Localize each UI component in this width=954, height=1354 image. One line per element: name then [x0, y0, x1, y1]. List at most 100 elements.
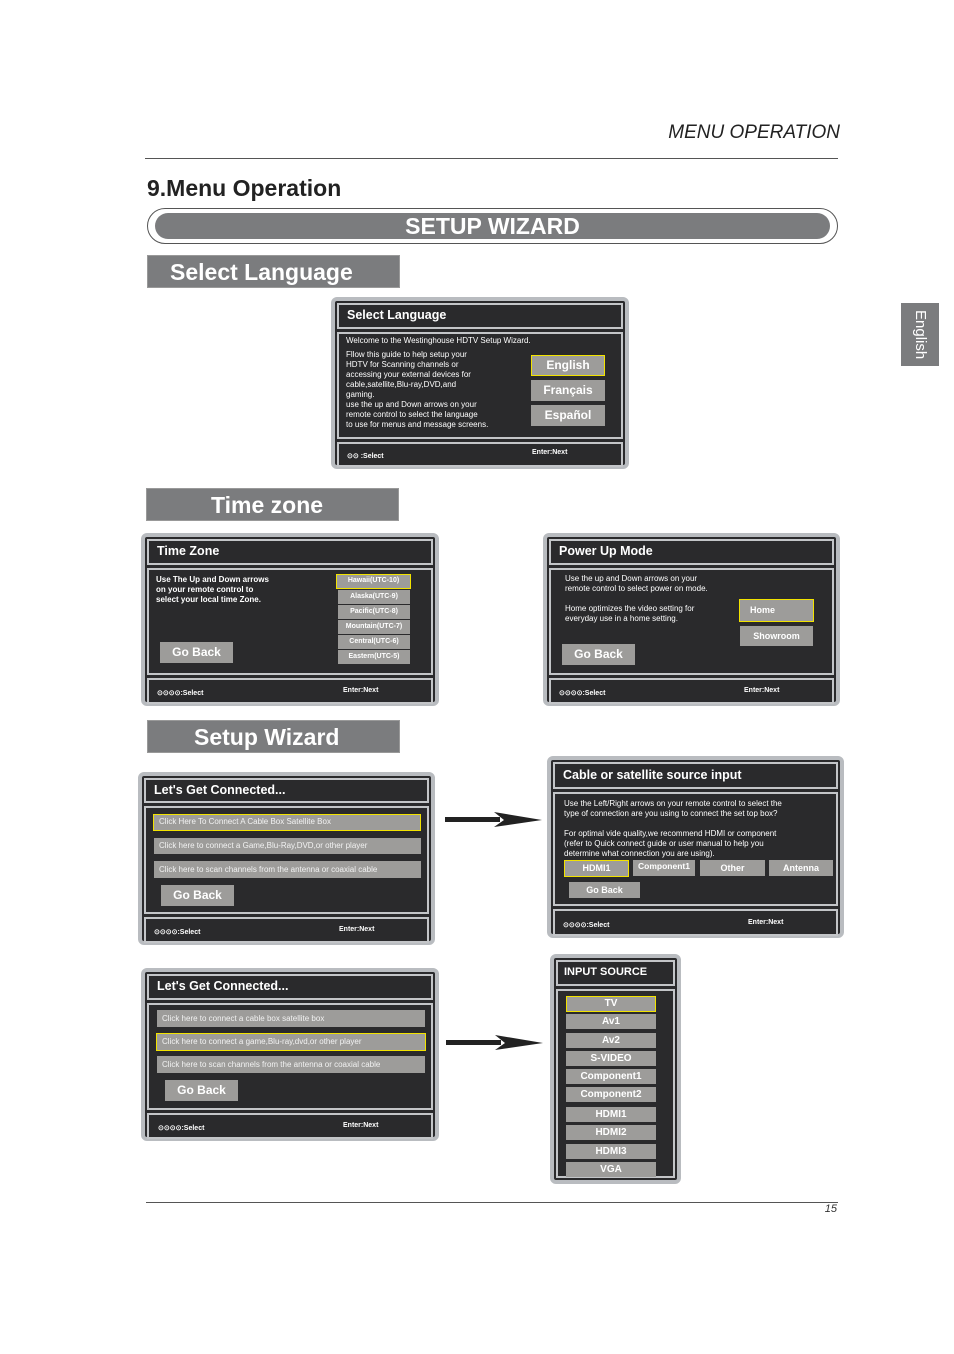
panel-header: INPUT SOURCE — [556, 960, 675, 986]
select-hint: :Select — [582, 690, 606, 697]
connect-player-option[interactable]: Click here to connect a game,Blu-ray,dvd… — [156, 1033, 426, 1051]
source-hdmi2[interactable]: HDMI2 — [566, 1125, 656, 1140]
select-hint: :Select — [181, 1125, 205, 1132]
go-back-button[interactable]: Go Back — [160, 642, 233, 663]
footer-next: Enter:Next — [339, 926, 375, 933]
source-av2[interactable]: Av2 — [566, 1033, 656, 1048]
source-s-video[interactable]: S-VIDEO — [566, 1051, 656, 1066]
select-hint: :Select — [177, 929, 201, 936]
home-description: Home optimizes the video setting for eve… — [565, 604, 695, 623]
select-hint: :Select — [360, 453, 384, 460]
panel-title: Time Zone — [157, 544, 220, 558]
panel-title: Select Language — [347, 308, 447, 322]
footer-select: ⊙⊙⊙⊙:Select — [154, 928, 200, 936]
source-component1-button[interactable]: Component1 — [633, 860, 695, 876]
footer-select: ⊙⊙⊙⊙:Select — [559, 689, 605, 697]
flow-arrow-icon — [445, 812, 542, 827]
instructions-text: Use the up and Down arrows on your remot… — [565, 574, 708, 593]
source-hdmi3[interactable]: HDMI3 — [566, 1144, 656, 1159]
power-up-mode-panel: Power Up Mode Use the up and Down arrows… — [543, 533, 840, 706]
scan-antenna-option[interactable]: Click here to scan channels from the ant… — [154, 861, 421, 878]
source-hdmi1[interactable]: HDMI1 — [566, 1107, 656, 1122]
select-hint: :Select — [180, 690, 204, 697]
section-select-language: Select Language — [147, 255, 400, 288]
source-component2[interactable]: Component2 — [566, 1087, 656, 1102]
welcome-text: Welcome to the Westinghouse HDTV Setup W… — [346, 336, 531, 345]
home-mode-button[interactable]: Home — [739, 599, 814, 622]
arrow-keys-icon: ⊙⊙⊙⊙ — [154, 929, 178, 936]
panel-title: Let's Get Connected... — [157, 979, 289, 993]
source-other-button[interactable]: Other — [700, 860, 765, 876]
source-tv[interactable]: TV — [566, 996, 656, 1012]
footer-next: Enter:Next — [343, 687, 379, 694]
cable-satellite-source-panel: Cable or satellite source input Use the … — [547, 756, 844, 938]
running-header: MENU OPERATION — [668, 122, 840, 143]
arrow-keys-icon: ⊙⊙⊙⊙ — [559, 690, 583, 697]
footer-next: Enter:Next — [343, 1122, 379, 1129]
panel-header: Select Language — [337, 303, 623, 329]
source-hdmi1-button[interactable]: HDMI1 — [564, 860, 629, 877]
page-number: 15 — [824, 1203, 837, 1215]
section-setup-wizard: Setup Wizard — [147, 720, 400, 753]
input-source-panel: INPUT SOURCE TV Av1 Av2 S-VIDEO Componen… — [550, 954, 681, 1184]
zone-option[interactable]: Eastern(UTC-5) — [338, 650, 410, 664]
panel-title: INPUT SOURCE — [564, 966, 648, 978]
panel-header: Power Up Mode — [549, 539, 834, 565]
recommendation-text: For optimal vide quality,we recommend HD… — [564, 829, 777, 858]
go-back-button[interactable]: Go Back — [161, 885, 234, 906]
language-side-tab: English — [901, 303, 939, 366]
time-zone-panel: Time Zone Use The Up and Down arrows on … — [141, 533, 439, 706]
panel-header: Time Zone — [147, 539, 433, 565]
arrow-keys-icon: ⊙⊙⊙⊙ — [157, 690, 181, 697]
go-back-button[interactable]: Go Back — [562, 644, 635, 665]
connect-player-option[interactable]: Click here to connect a Game,Blu-Ray,DVD… — [154, 838, 421, 854]
footer-divider — [146, 1202, 838, 1203]
select-language-panel: Select Language Welcome to the Westingho… — [331, 297, 629, 469]
setup-wizard-banner: SETUP WIZARD — [147, 208, 838, 244]
zone-option[interactable]: Central(UTC-6) — [338, 635, 410, 649]
footer-select: ⊙⊙⊙⊙:Select — [563, 921, 609, 929]
header-divider — [145, 158, 838, 159]
language-francais-button[interactable]: Français — [531, 380, 605, 401]
panel-header: Let's Get Connected... — [147, 974, 433, 1000]
section-time-zone: Time zone — [146, 488, 399, 521]
manual-page: MENU OPERATION 9.Menu Operation SETUP WI… — [0, 0, 954, 1354]
connect-cable-satellite-option[interactable]: Click here to connect a cable box satell… — [157, 1010, 425, 1027]
panel-title: Let's Get Connected... — [154, 783, 286, 797]
go-back-button[interactable]: Go Back — [165, 1080, 238, 1101]
footer-select: ⊙⊙⊙⊙:Select — [157, 689, 203, 697]
instructions-text: Use The Up and Down arrows on your remot… — [156, 575, 269, 604]
panel-title: Cable or satellite source input — [563, 768, 742, 782]
panel-header: Cable or satellite source input — [553, 762, 838, 789]
scan-antenna-option[interactable]: Click here to scan channels from the ant… — [157, 1056, 425, 1073]
flow-arrow-icon — [446, 1035, 543, 1050]
footer-select: ⊙⊙⊙⊙:Select — [158, 1124, 204, 1132]
panel-header: Let's Get Connected... — [144, 778, 429, 803]
lets-get-connected-panel-2: Let's Get Connected... Click here to con… — [141, 968, 439, 1141]
arrow-keys-icon: ⊙⊙ — [347, 453, 359, 460]
showroom-mode-button[interactable]: Showroom — [740, 626, 813, 646]
page-title: 9.Menu Operation — [147, 175, 342, 201]
source-vga[interactable]: VGA — [566, 1162, 656, 1177]
connect-cable-satellite-option[interactable]: Click Here To Connect A Cable Box Satell… — [153, 814, 421, 831]
lets-get-connected-panel-1: Let's Get Connected... Click Here To Con… — [138, 772, 435, 945]
source-av1[interactable]: Av1 — [566, 1014, 656, 1029]
zone-option[interactable]: Hawaii(UTC-10) — [336, 574, 411, 589]
source-antenna-button[interactable]: Antenna — [769, 860, 833, 876]
banner-label: SETUP WIZARD — [155, 213, 830, 239]
zone-option[interactable]: Pacific(UTC-8) — [338, 605, 410, 619]
select-hint: :Select — [586, 922, 610, 929]
go-back-button[interactable]: Go Back — [569, 882, 640, 898]
footer-next: Enter:Next — [532, 449, 568, 456]
zone-option[interactable]: Mountain(UTC-7) — [338, 620, 410, 634]
arrow-keys-icon: ⊙⊙⊙⊙ — [563, 922, 587, 929]
language-english-button[interactable]: English — [531, 355, 605, 376]
source-component1[interactable]: Component1 — [566, 1069, 656, 1084]
zone-option[interactable]: Alaska(UTC-9) — [338, 590, 410, 604]
footer-select: ⊙⊙ :Select — [347, 452, 384, 460]
instructions-text: Fllow this guide to help setup your HDTV… — [346, 350, 489, 429]
panel-title: Power Up Mode — [559, 544, 653, 558]
arrow-keys-icon: ⊙⊙⊙⊙ — [158, 1125, 182, 1132]
footer-next: Enter:Next — [744, 687, 780, 694]
language-espanol-button[interactable]: Español — [531, 405, 605, 426]
